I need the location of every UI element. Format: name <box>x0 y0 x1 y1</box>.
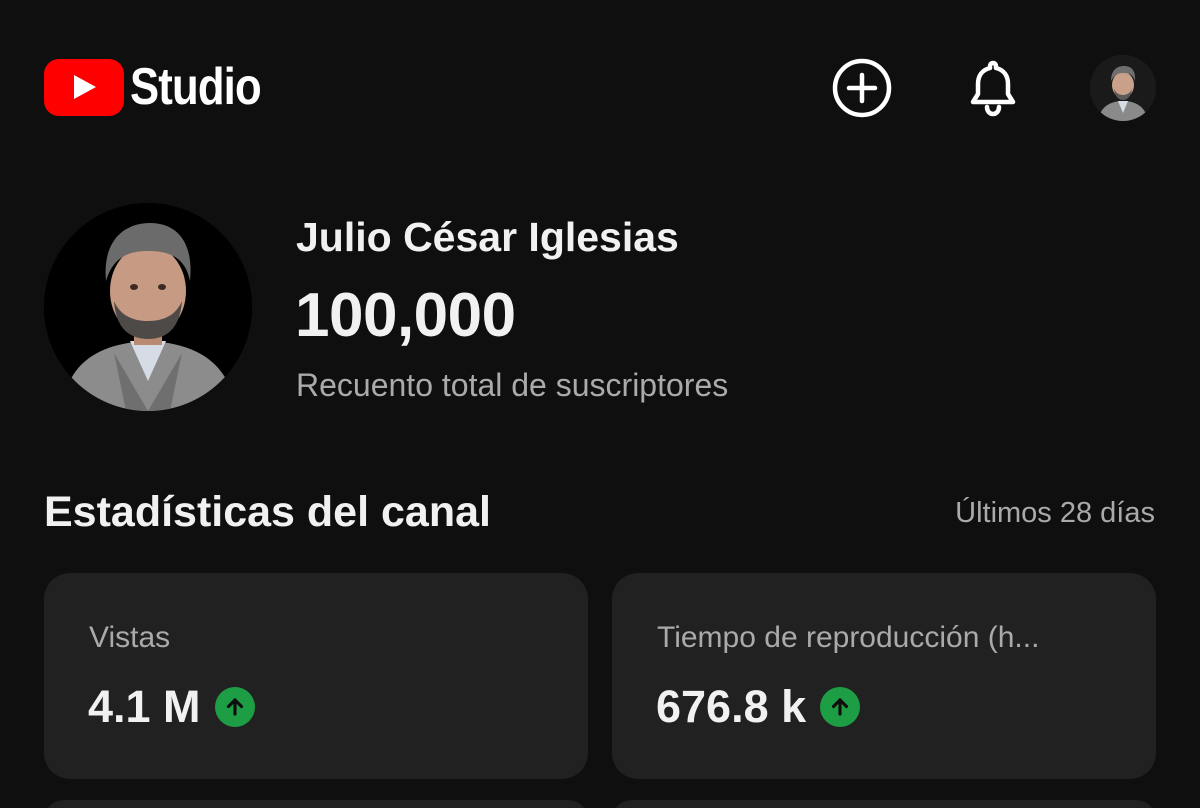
stat-card-peek[interactable] <box>44 800 588 808</box>
stat-label: Vistas <box>89 621 171 654</box>
stats-period[interactable]: Últimos 28 días <box>955 497 1155 530</box>
logo-text: Studio <box>130 58 262 116</box>
subscriber-label: Recuento total de suscriptores <box>296 367 729 403</box>
stat-value-row: 4.1 M <box>88 681 255 733</box>
views-stat-card[interactable]: Vistas 4.1 M <box>44 573 588 779</box>
stat-card-peek[interactable] <box>612 800 1156 808</box>
bell-icon[interactable] <box>961 56 1025 120</box>
add-circle-icon[interactable] <box>830 56 894 120</box>
channel-stats-title: Estadísticas del canal <box>44 488 491 536</box>
stat-value: 4.1 M <box>88 681 201 732</box>
stat-value: 676.8 k <box>656 681 807 732</box>
stat-label: Tiempo de reproducción (h... <box>657 621 1040 654</box>
studio-page: Studio Julio César Iglesias 100,000 Recu… <box>0 0 1200 808</box>
arrow-up-icon <box>820 687 861 727</box>
channel-name: Julio César Iglesias <box>296 214 679 260</box>
subscriber-count: 100,000 <box>295 281 516 350</box>
watch-time-stat-card[interactable]: Tiempo de reproducción (h... 676.8 k <box>612 573 1156 779</box>
account-avatar[interactable] <box>1090 55 1156 121</box>
top-app-bar: Studio <box>0 0 1200 175</box>
youtube-studio-logo[interactable]: Studio <box>44 56 286 118</box>
channel-avatar[interactable] <box>44 203 252 411</box>
stat-value-row: 676.8 k <box>656 681 861 733</box>
arrow-up-icon <box>214 687 255 727</box>
youtube-play-icon <box>44 58 124 116</box>
